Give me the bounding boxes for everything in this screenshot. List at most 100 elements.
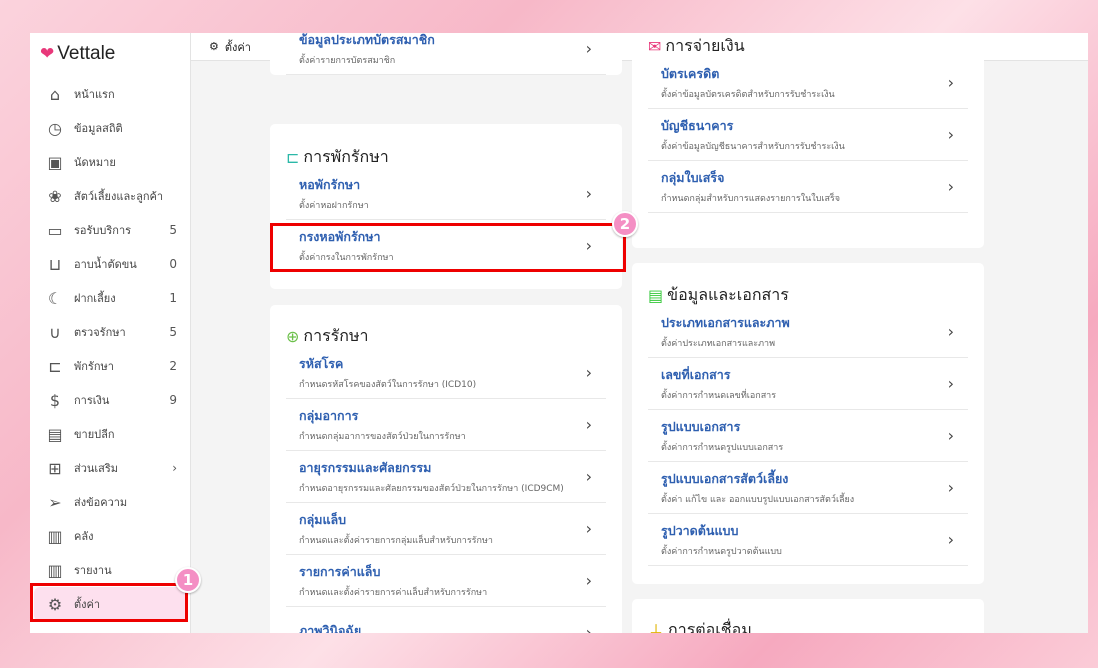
chevron-right-icon: › — [947, 530, 954, 549]
settings-item[interactable]: ภาพวินิจฉัย › — [286, 607, 606, 633]
integration-heading: ⏚ การต่อเชื่อม — [648, 619, 968, 634]
gear-icon: ⚙ — [209, 40, 219, 53]
app-window: ❤ Vettale ⌂ หน้าแรก ◷ ข้อมูลสถิติ ▣ นัดหมาย ❀ สั… — [30, 33, 1088, 633]
item-desc: ตั้งค่าการกำหนดรูปวาดต้นแบบ — [661, 547, 782, 557]
sidebar-item-11[interactable]: ⊞ ส่วนเสริม › — [30, 451, 191, 485]
settings-item[interactable]: ประเภทเอกสารและภาพตั้งค่าประเภทเอกสารและ… — [648, 306, 968, 358]
wallet-icon: ✉ — [648, 36, 662, 56]
settings-item[interactable]: หอพักรักษาตั้งค่าหอฝากรักษา › — [286, 168, 606, 220]
chevron-right-icon: › — [947, 125, 954, 144]
sidebar-item-10[interactable]: ▤ ขายปลีก — [30, 417, 191, 451]
settings-item[interactable]: รูปแบบเอกสารตั้งค่าการกำหนดรูปแบบเอกสาร › — [648, 410, 968, 462]
settings-item[interactable]: บัญชีธนาคารตั้งค่าข้อมูลบัญชีธนาคารสำหรั… — [648, 109, 968, 161]
settings-item[interactable]: รายการค่าแล็บกำหนดและตั้งค่ารายการค่าแล็… — [286, 555, 606, 607]
sidebar-item-6[interactable]: ☾ ฝากเลี้ยง 1 — [30, 281, 191, 315]
settings-item[interactable]: บัตรเครดิต ตั้งค่าข้อมูลบัตรเครดิตสำหรับก… — [648, 57, 968, 109]
home-icon: ⌂ — [49, 84, 61, 104]
payment-heading: ✉ การจ่ายเงิน — [648, 35, 968, 57]
sidebar-item-label: นัดหมาย — [74, 156, 116, 169]
item-desc: กำหนดและตั้งค่ารายการค่าแล็บสำหรับการรัก… — [299, 588, 488, 598]
sidebar-item-0[interactable]: ⌂ หน้าแรก — [30, 77, 191, 111]
sidebar-item-7[interactable]: ∪ ตรวจรักษา 5 — [30, 315, 191, 349]
item-desc: ตั้งค่าข้อมูลบัญชีธนาคารสำหรับการรับชำระ… — [661, 142, 845, 152]
chevron-right-icon: › — [947, 322, 954, 341]
chevron-right-icon: › — [585, 184, 592, 203]
logo[interactable]: ❤ Vettale — [40, 43, 115, 65]
sidebar-item-label: สัตว์เลี้ยงและลูกค้า — [74, 190, 164, 203]
sidebar-item-12[interactable]: ➢ ส่งข้อความ — [30, 485, 191, 519]
sidebar-item-13[interactable]: ▥ คลัง — [30, 519, 191, 553]
item-title: บัญชีธนาคาร — [661, 118, 734, 133]
item-desc: กำหนดและตั้งค่ารายการกลุ่มแล็บสำหรับการร… — [299, 536, 493, 546]
sidebar-item-5[interactable]: ⊔ อาบน้ำตัดขน 0 — [30, 247, 191, 281]
logo-text: Vettale — [57, 43, 116, 64]
chevron-right-icon: › — [585, 39, 592, 58]
item-title: รูปแบบเอกสารสัตว์เลี้ยง — [661, 471, 789, 486]
sidebar-item-14[interactable]: ▥ รายงาน — [30, 553, 191, 587]
item-desc: ตั้งค่าการกำหนดเลขที่เอกสาร — [661, 391, 777, 401]
documents-card: ▤ ข้อมูลและเอกสารประเภทเอกสารและภาพตั้งค่… — [632, 263, 984, 584]
settings-item[interactable]: กลุ่มอาการ กำหนดกลุ่มอาการของสัตว์ป่วยในก… — [286, 399, 606, 451]
plug-icon: ⏚ — [648, 622, 665, 633]
sidebar-item-9[interactable]: $ การเงิน 9 — [30, 383, 191, 417]
sidebar-item-count: 2 — [169, 359, 177, 373]
sidebar-item-label: หน้าแรก — [74, 88, 115, 101]
item-title: รายการค่าแล็บ — [299, 564, 381, 579]
item-title: ประเภทเอกสารและภาพ — [661, 315, 790, 330]
sidebar-item-2[interactable]: ▣ นัดหมาย — [30, 145, 191, 179]
section-title: การรักษา — [303, 325, 369, 345]
sidebar: ❤ Vettale ⌂ หน้าแรก ◷ ข้อมูลสถิติ ▣ นัดหมาย ❀ สั… — [30, 33, 191, 633]
sidebar-item-3[interactable]: ❀ สัตว์เลี้ยงและลูกค้า — [30, 179, 191, 213]
chevron-right-icon: › — [947, 426, 954, 445]
settings-item[interactable]: รหัสโรค กำหนดรหัสโรคของสัตว์ในการรักษา (I… — [286, 347, 606, 399]
item-title: อายุรกรรมและศัลยกรรม — [299, 460, 432, 475]
settings-item[interactable]: กลุ่มใบเสร็จ กำหนดกลุ่มสำหรับการแสดงรายกา… — [648, 161, 968, 213]
chevron-right-icon: › — [585, 571, 592, 590]
settings-item[interactable]: รูปแบบเอกสารสัตว์เลี้ยงตั้งค่า แก้ไข และ… — [648, 462, 968, 514]
section-title: การจ่ายเงิน — [665, 35, 745, 55]
document-icon: ▤ — [648, 285, 664, 305]
item-desc: ตั้งค่าการกำหนดรูปแบบเอกสาร — [661, 443, 784, 453]
item-title: ข้อมูลประเภทบัตรสมาชิก — [299, 33, 435, 47]
settings-item[interactable]: รูปวาดต้นแบบ ตั้งค่าการกำหนดรูปวาดต้นแบบ › — [648, 514, 968, 566]
sidebar-item-label: การเงิน — [74, 394, 110, 407]
boarding-heading: ⊏ การพักรักษา — [286, 146, 606, 168]
item-title: ภาพวินิจฉัย — [299, 623, 362, 633]
plus-square-icon: ⊞ — [48, 458, 62, 478]
section-title: การพักรักษา — [303, 146, 389, 166]
money-hand-icon: $ — [49, 390, 61, 410]
chevron-right-icon: › — [947, 478, 954, 497]
chevron-right-icon: › — [947, 374, 954, 393]
item-desc: ตั้งค่า แก้ไข และ ออกแบบรูปแบบเอกสารสัตว… — [661, 495, 855, 505]
item-title: เลขที่เอกสาร — [661, 367, 731, 382]
section-title: ข้อมูลและเอกสาร — [667, 284, 789, 304]
sidebar-item-label: ส่วนเสริม — [74, 462, 119, 475]
sidebar-item-count: 1 — [169, 291, 177, 305]
sidebar-item-label: รายงาน — [74, 564, 112, 577]
item-title: รูปแบบเอกสาร — [661, 419, 741, 434]
member-card: ข้อมูลประเภทบัตรสมาชิก ตั้งค่ารายการบัตรส… — [270, 33, 622, 75]
settings-item[interactable]: กลุ่มแล็บกำหนดและตั้งค่ารายการกลุ่มแล็บส… — [286, 503, 606, 555]
sidebar-item-label: ตรวจรักษา — [74, 326, 126, 339]
chevron-right-icon: › — [585, 363, 592, 382]
sidebar-item-1[interactable]: ◷ ข้อมูลสถิติ — [30, 111, 191, 145]
item-title: กลุ่มแล็บ — [299, 512, 347, 527]
chevron-right-icon: › — [585, 415, 592, 434]
settings-item[interactable]: ข้อมูลประเภทบัตรสมาชิก ตั้งค่ารายการบัตรส… — [286, 33, 606, 75]
chevron-right-icon: › — [585, 623, 592, 633]
sidebar-item-4[interactable]: ▭ รอรับบริการ 5 — [30, 213, 191, 247]
settings-item[interactable]: อายุรกรรมและศัลยกรรม กำหนดอายุรกรรมและศัล… — [286, 451, 606, 503]
sidebar-item-label: พักรักษา — [74, 360, 114, 373]
archive-icon: ▥ — [47, 526, 63, 546]
item-desc: ตั้งค่าประเภทเอกสารและภาพ — [661, 339, 776, 349]
settings-item[interactable]: เลขที่เอกสารตั้งค่าการกำหนดเลขที่เอกสาร › — [648, 358, 968, 410]
treatment-heading: ⊕ การรักษา — [286, 325, 606, 347]
sofa-icon: ▭ — [47, 220, 63, 240]
moon-icon: ☾ — [47, 288, 63, 308]
item-title: หอพักรักษา — [299, 177, 361, 192]
item-desc: กำหนดรหัสโรคของสัตว์ในการรักษา (ICD10) — [299, 380, 477, 390]
sidebar-item-8[interactable]: ⊏ พักรักษา 2 — [30, 349, 191, 383]
sidebar-item-label: ส่งข้อความ — [74, 496, 128, 509]
item-desc: ตั้งค่าหอฝากรักษา — [299, 201, 369, 211]
cash-register-icon: ▤ — [47, 424, 63, 444]
